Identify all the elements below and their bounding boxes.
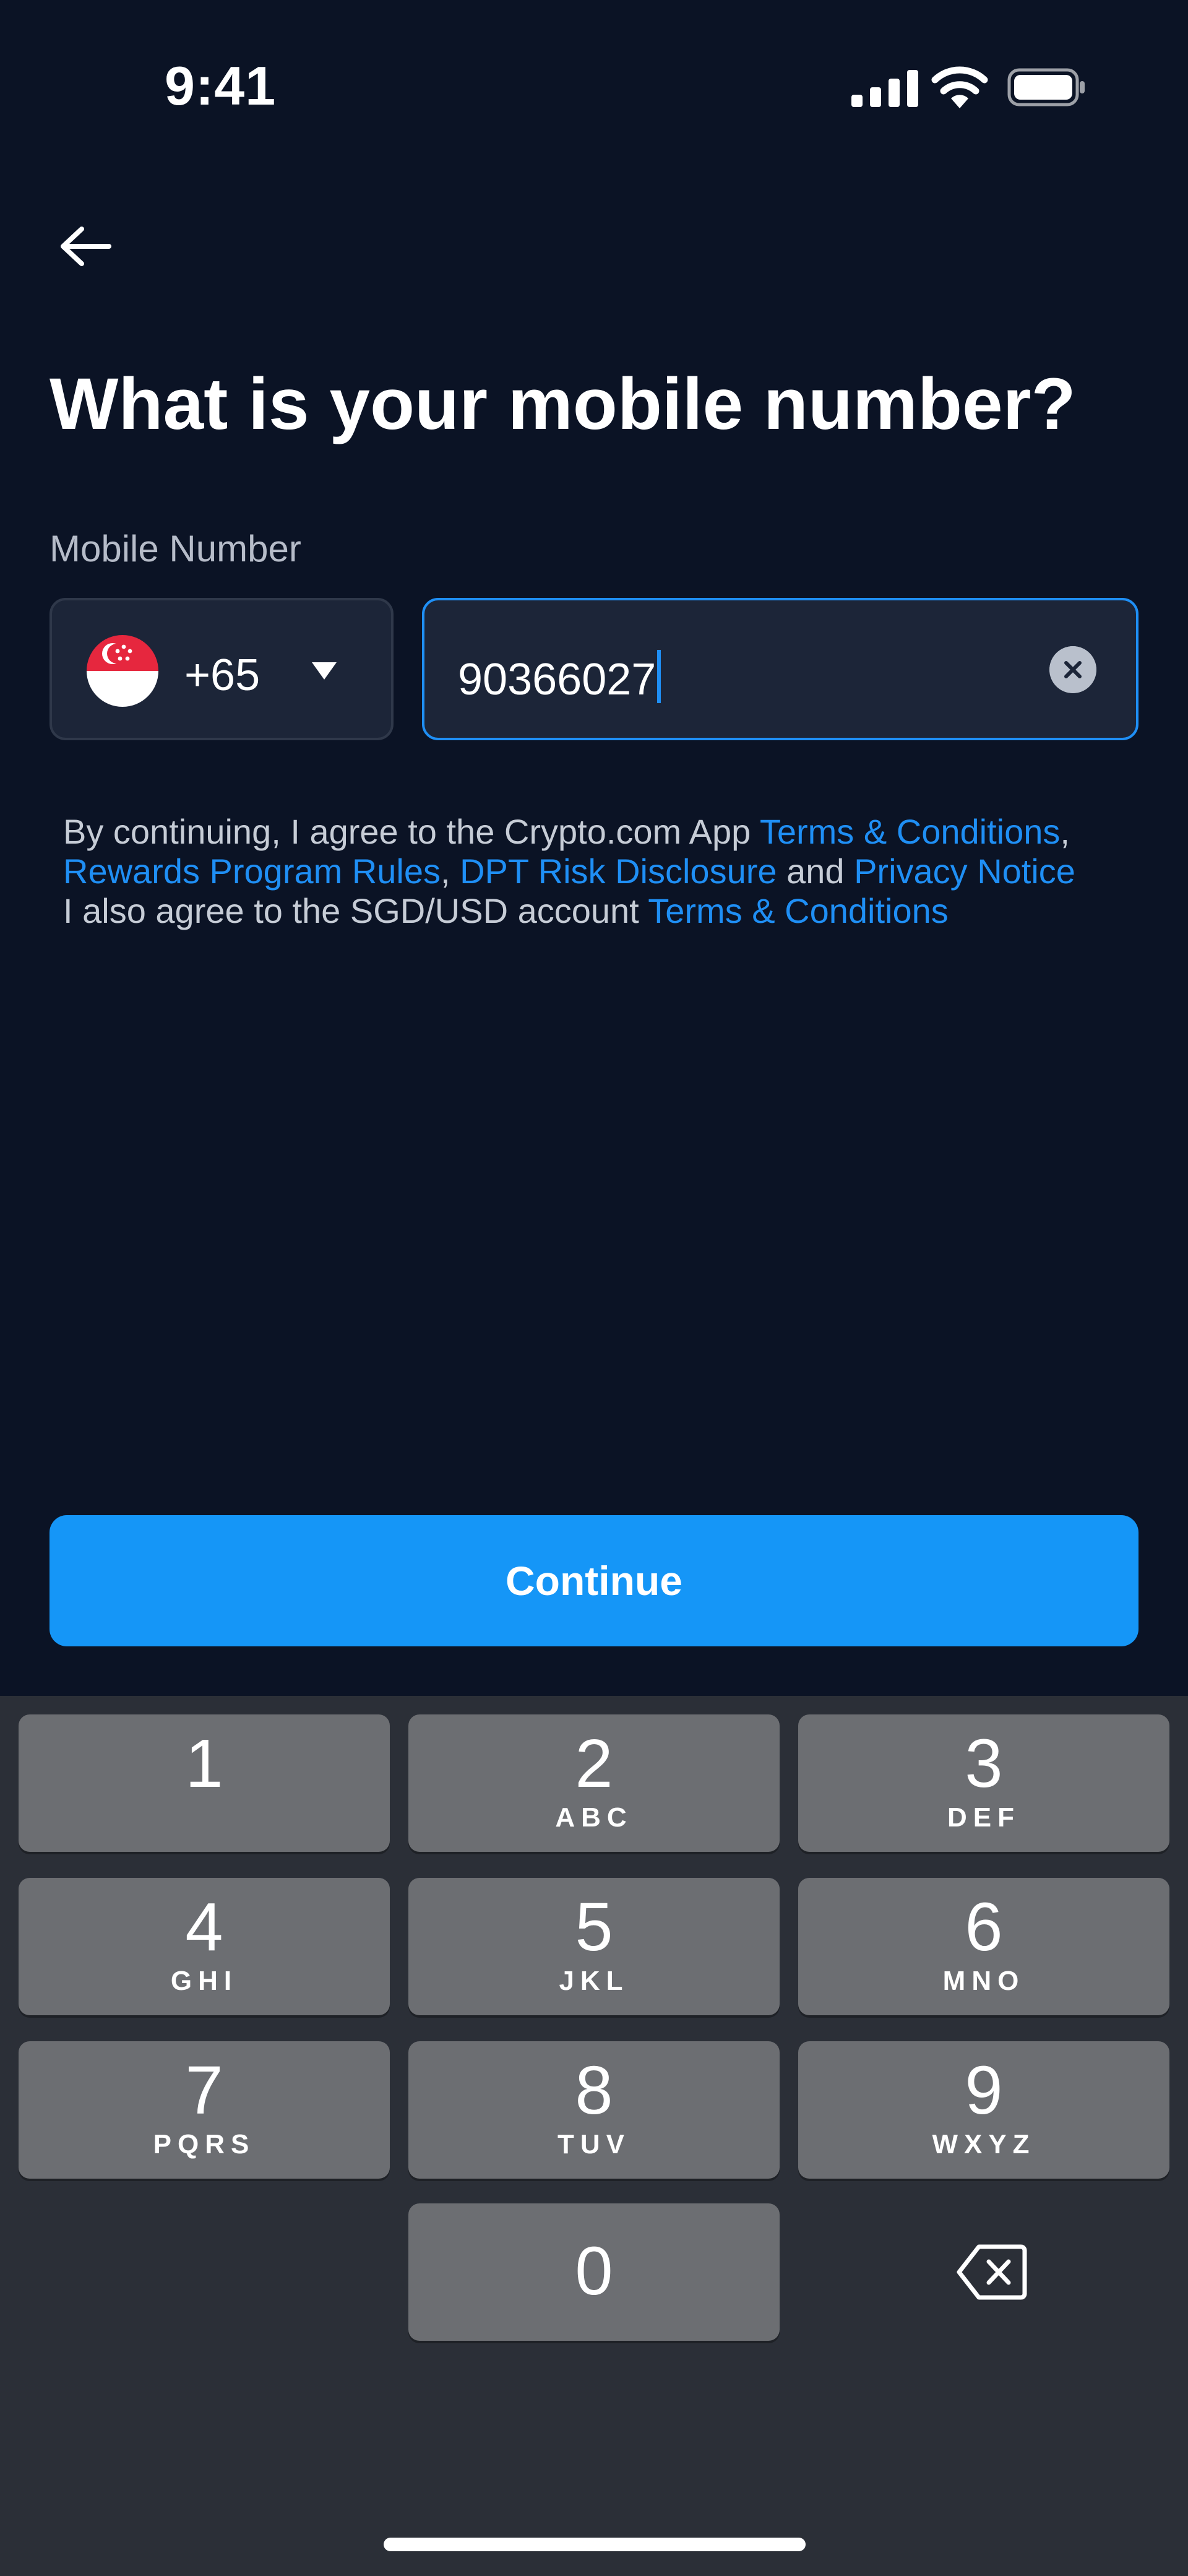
key-6[interactable]: 6 MNO — [798, 1878, 1169, 2015]
arrow-left-icon[interactable] — [59, 227, 111, 266]
mobile-number-label: Mobile Number — [50, 528, 301, 569]
key-4[interactable]: 4 GHI — [19, 1878, 390, 2015]
wifi-icon — [931, 66, 988, 108]
terms-conditions-link[interactable]: Terms & Conditions — [760, 812, 1061, 851]
phone-number-value: 90366027 — [458, 650, 661, 705]
key-1[interactable]: 1 — [19, 1714, 390, 1852]
numeric-keyboard: 1 2 ABC 3 DEF 4 GHI 5 JKL 6 MNO 7 PQRS 8 TUV 9W… — [0, 1696, 1188, 2576]
status-time: 9:41 — [165, 55, 277, 116]
key-8[interactable]: 8 TUV — [408, 2041, 780, 2179]
rewards-program-rules-link[interactable]: Rewards Program Rules — [63, 852, 441, 891]
page-title: What is your mobile number? — [50, 363, 1076, 445]
key-5[interactable]: 5 JKL — [408, 1878, 780, 2015]
key-9[interactable]: 9 WXYZ — [798, 2041, 1169, 2179]
country-code-selector[interactable]: +65 — [50, 598, 394, 740]
caret-down-icon — [312, 662, 337, 680]
privacy-notice-link[interactable]: Privacy Notice — [854, 852, 1075, 891]
account-terms-conditions-link[interactable]: Terms & Conditions — [648, 891, 949, 930]
singapore-flag-icon — [87, 635, 158, 707]
key-7[interactable]: 7 PQRS — [19, 2041, 390, 2179]
key-3[interactable]: 3 DEF — [798, 1714, 1169, 1852]
delete-backspace-icon[interactable] — [957, 2243, 1027, 2301]
legal-agreement-text: By continuing, I agree to the Crypto.com… — [63, 812, 1075, 930]
battery-icon — [1007, 68, 1085, 106]
dpt-risk-disclosure-link[interactable]: DPT Risk Disclosure — [460, 852, 777, 891]
clear-icon[interactable] — [1049, 646, 1096, 693]
continue-button[interactable]: Continue — [50, 1515, 1138, 1646]
country-code: +65 — [184, 650, 260, 700]
text-cursor — [657, 650, 661, 703]
cellular-signal-icon — [851, 69, 918, 107]
key-2[interactable]: 2 ABC — [408, 1714, 780, 1852]
phone-number-input[interactable]: 90366027 — [422, 598, 1138, 740]
key-0[interactable]: 0 — [408, 2203, 780, 2341]
home-indicator — [384, 2538, 806, 2551]
